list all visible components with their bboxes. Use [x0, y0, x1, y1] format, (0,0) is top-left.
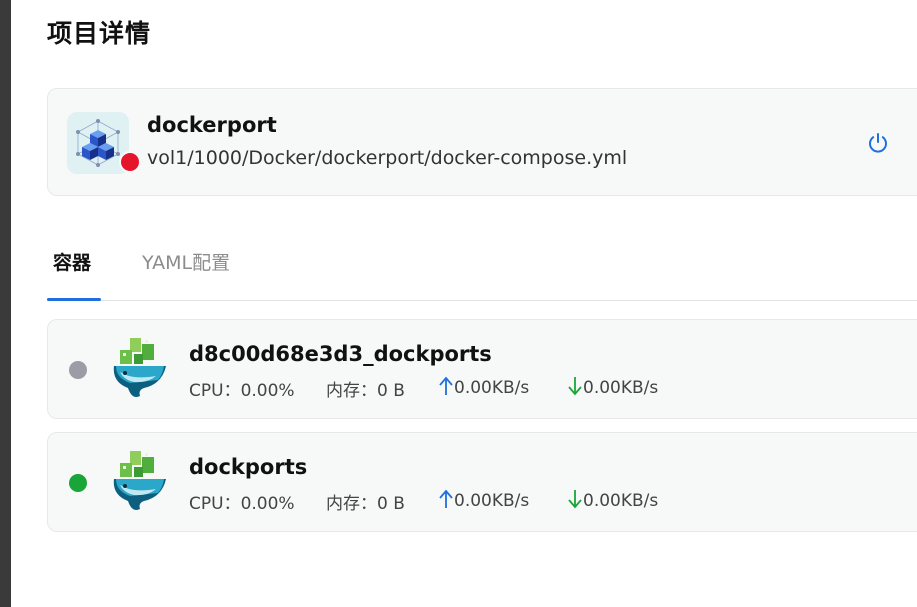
- container-row[interactable]: dockports CPU：0.00% 内存：0 B 0.00KB/s 0.00…: [47, 432, 917, 532]
- cpu-stat: CPU：0.00%: [189, 494, 295, 514]
- docker-whale-icon: [110, 449, 168, 515]
- active-tab-indicator: [47, 298, 101, 301]
- docker-whale-icon: [110, 336, 168, 402]
- container-status-dot: [69, 361, 87, 379]
- project-name: dockerport: [147, 113, 277, 137]
- arrow-up-icon: [439, 376, 453, 395]
- memory-stat: 内存：0 B: [326, 381, 405, 401]
- cpu-stat: CPU：0.00%: [189, 381, 295, 401]
- project-status-dot: [119, 151, 141, 173]
- container-status-dot: [69, 474, 87, 492]
- arrow-down-icon: [568, 490, 582, 509]
- upload-stat: 0.00KB/s: [439, 489, 529, 511]
- arrow-up-icon: [439, 489, 453, 508]
- left-edge-bar: [0, 0, 11, 607]
- container-name: d8c00d68e3d3_dockports: [189, 342, 492, 366]
- project-card: dockerport vol1/1000/Docker/dockerport/d…: [47, 88, 917, 196]
- tab-containers[interactable]: 容器: [53, 248, 91, 275]
- download-stat: 0.00KB/s: [568, 489, 658, 511]
- download-stat: 0.00KB/s: [568, 376, 658, 398]
- project-compose-path: vol1/1000/Docker/dockerport/docker-compo…: [147, 147, 628, 169]
- tab-yaml-config[interactable]: YAML配置: [142, 248, 230, 275]
- upload-stat: 0.00KB/s: [439, 376, 529, 398]
- power-button[interactable]: [866, 131, 890, 155]
- container-row[interactable]: d8c00d68e3d3_dockports CPU：0.00% 内存：0 B …: [47, 319, 917, 419]
- tab-bar: 容器 YAML配置: [47, 240, 917, 301]
- arrow-down-icon: [568, 377, 582, 396]
- memory-stat: 内存：0 B: [326, 494, 405, 514]
- power-icon: [869, 133, 887, 153]
- container-name: dockports: [189, 455, 308, 479]
- page-title: 项目详情: [47, 19, 152, 48]
